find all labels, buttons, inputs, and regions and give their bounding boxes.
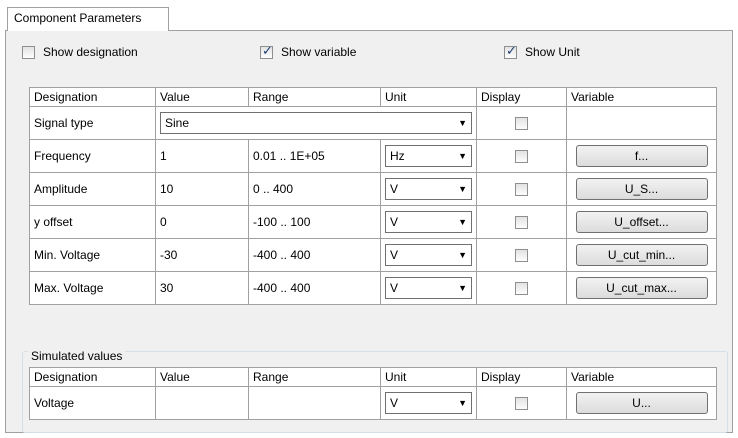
tab-component-parameters[interactable]: Component Parameters	[7, 7, 169, 31]
show-unit-label: Show Unit	[525, 45, 580, 59]
variable-button[interactable]: U_cut_max...	[575, 277, 708, 299]
param-value-input[interactable]: 0	[155, 205, 249, 239]
param-designation: y offset	[29, 205, 156, 239]
unit-dropdown[interactable]: V ▼	[385, 211, 472, 233]
show-variable-label: Show variable	[281, 45, 357, 59]
param-range: -400 .. 400	[248, 271, 381, 305]
display-checkbox[interactable]	[515, 249, 528, 263]
show-unit-option[interactable]: Show Unit	[504, 44, 580, 59]
signal-type-label: Signal type	[29, 106, 156, 140]
param-designation: Amplitude	[29, 172, 156, 206]
chevron-down-icon: ▼	[458, 398, 467, 408]
parameters-table: Designation Value Range Unit Display Var…	[29, 87, 717, 305]
simulated-values-title: Simulated values	[28, 349, 126, 363]
unit-value: V	[390, 215, 399, 229]
table-row: Max. Voltage 30 -400 .. 400 V ▼ U_cut_ma…	[29, 271, 717, 305]
chevron-down-icon: ▼	[458, 118, 467, 128]
param-value-input[interactable]: -30	[155, 238, 249, 272]
table-row: Frequency 1 0.01 .. 1E+05 Hz ▼ f...	[29, 139, 717, 173]
display-checkbox[interactable]	[515, 397, 528, 411]
header-unit: Unit	[380, 87, 477, 107]
variable-button[interactable]: U_offset...	[575, 211, 708, 233]
table-row: Min. Voltage -30 -400 .. 400 V ▼ U_cut_m…	[29, 238, 717, 272]
parameters-panel: Show designation Show variable Show Unit…	[5, 30, 733, 433]
header-unit: Unit	[380, 367, 477, 387]
param-range: 0 .. 400	[248, 172, 381, 206]
display-checkbox[interactable]	[515, 216, 528, 230]
unit-dropdown[interactable]: V ▼	[385, 277, 472, 299]
param-range: -400 .. 400	[248, 238, 381, 272]
display-checkbox[interactable]	[515, 150, 528, 164]
header-range: Range	[248, 87, 381, 107]
signal-type-value: Sine	[165, 116, 190, 130]
display-checkbox[interactable]	[515, 282, 528, 296]
chevron-down-icon: ▼	[458, 184, 467, 194]
table-row: y offset 0 -100 .. 100 V ▼ U_offset...	[29, 205, 717, 239]
param-value-input[interactable]: 1	[155, 139, 249, 173]
variable-button[interactable]: U_S...	[575, 178, 708, 200]
unit-dropdown[interactable]: Hz ▼	[385, 145, 472, 167]
unit-dropdown[interactable]: V ▼	[385, 392, 472, 414]
simulated-values-table: Designation Value Range Unit Display Var…	[29, 367, 717, 420]
variable-button[interactable]: U_cut_min...	[575, 244, 708, 266]
unit-dropdown[interactable]: V ▼	[385, 244, 472, 266]
sim-value	[155, 386, 249, 420]
chevron-down-icon: ▼	[458, 283, 467, 293]
unit-value: V	[390, 182, 399, 196]
unit-dropdown[interactable]: V ▼	[385, 178, 472, 200]
show-unit-checkbox[interactable]	[504, 44, 517, 59]
variable-button[interactable]: U...	[575, 392, 708, 414]
param-designation: Max. Voltage	[29, 271, 156, 305]
show-designation-checkbox[interactable]	[22, 45, 35, 59]
unit-value: V	[390, 248, 399, 262]
param-value-input[interactable]: 10	[155, 172, 249, 206]
display-checkbox[interactable]	[515, 117, 528, 131]
unit-value: Hz	[390, 149, 405, 163]
header-display: Display	[476, 367, 567, 387]
param-value-input[interactable]: 30	[155, 271, 249, 305]
header-variable: Variable	[566, 87, 717, 107]
header-designation: Designation	[29, 367, 156, 387]
show-variable-checkbox[interactable]	[260, 44, 273, 59]
header-value: Value	[155, 367, 249, 387]
param-range: 0.01 .. 1E+05	[248, 139, 381, 173]
table-row: Voltage V ▼ U...	[29, 386, 717, 420]
header-variable: Variable	[566, 367, 717, 387]
sim-designation: Voltage	[29, 386, 156, 420]
table-row: Amplitude 10 0 .. 400 V ▼ U_S...	[29, 172, 717, 206]
tab-label: Component Parameters	[14, 11, 142, 25]
param-designation: Min. Voltage	[29, 238, 156, 272]
unit-value: V	[390, 281, 399, 295]
chevron-down-icon: ▼	[458, 151, 467, 161]
show-variable-option[interactable]: Show variable	[260, 44, 357, 59]
header-value: Value	[155, 87, 249, 107]
table-header-row: Designation Value Range Unit Display Var…	[29, 367, 717, 387]
show-designation-option[interactable]: Show designation	[22, 45, 138, 59]
chevron-down-icon: ▼	[458, 250, 467, 260]
header-range: Range	[248, 367, 381, 387]
sim-range	[248, 386, 381, 420]
unit-value: V	[390, 396, 399, 410]
chevron-down-icon: ▼	[458, 217, 467, 227]
show-designation-label: Show designation	[43, 45, 138, 59]
header-designation: Designation	[29, 87, 156, 107]
variable-button[interactable]: f...	[575, 145, 708, 167]
table-header-row: Designation Value Range Unit Display Var…	[29, 87, 717, 107]
param-designation: Frequency	[29, 139, 156, 173]
param-range: -100 .. 100	[248, 205, 381, 239]
header-display: Display	[476, 87, 567, 107]
table-row: Signal type Sine ▼	[29, 106, 717, 140]
display-checkbox[interactable]	[515, 183, 528, 197]
variable-cell-empty	[566, 106, 717, 140]
signal-type-dropdown[interactable]: Sine ▼	[160, 112, 472, 134]
